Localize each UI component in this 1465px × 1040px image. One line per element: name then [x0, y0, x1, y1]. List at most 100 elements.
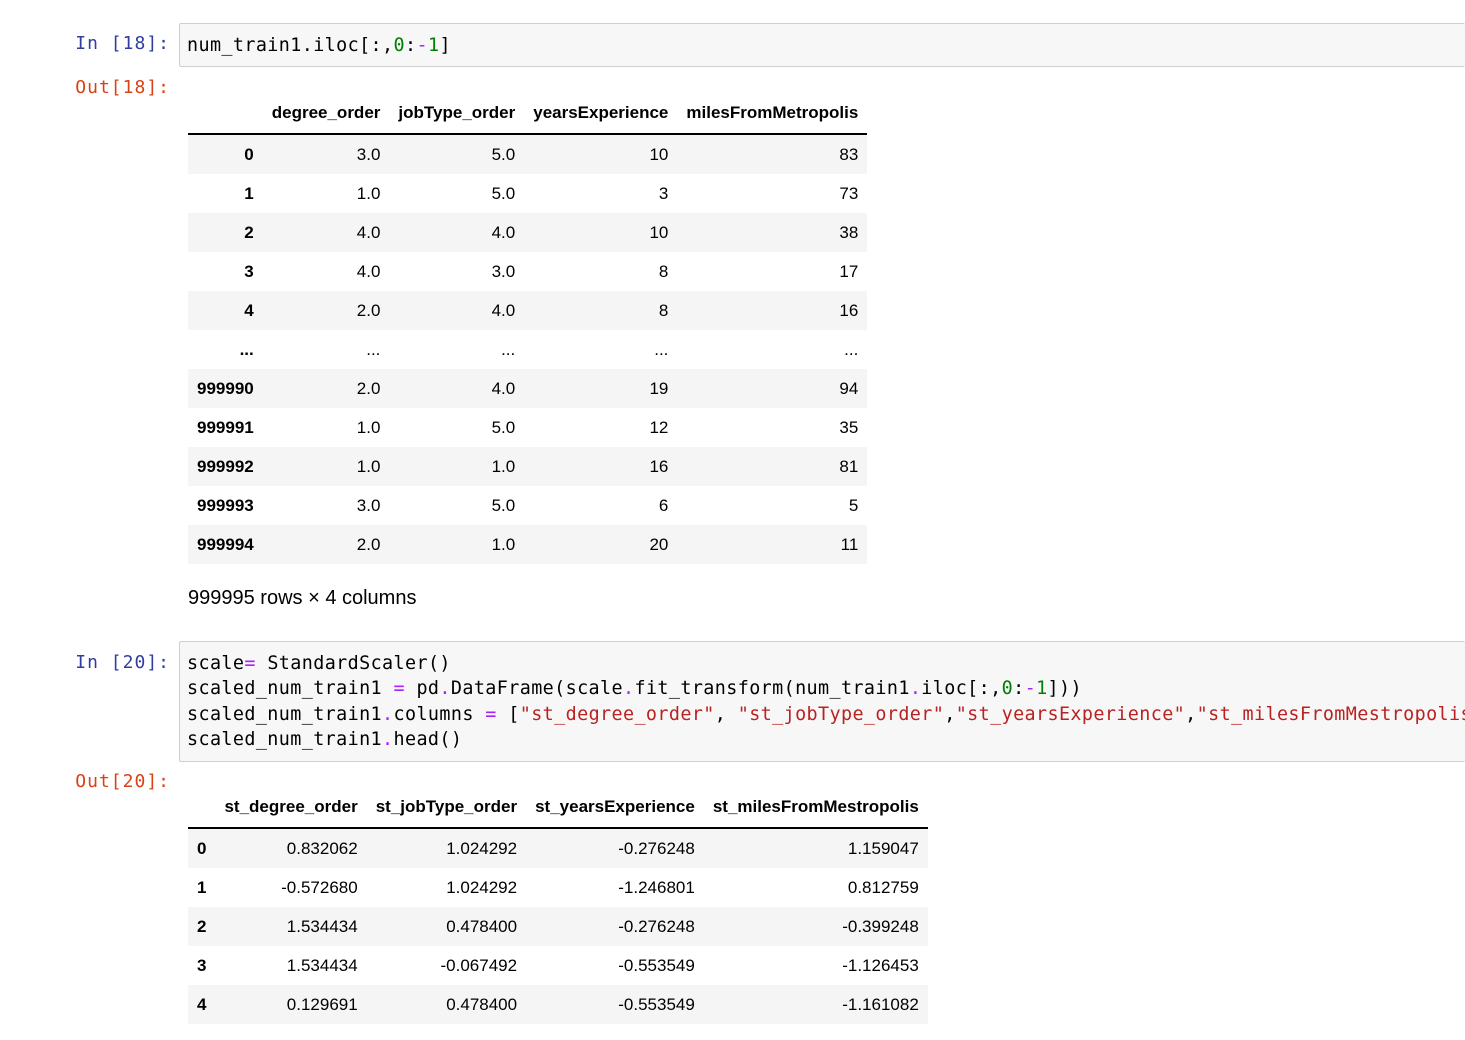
table-cell: 5.0: [491, 495, 516, 515]
table-cell: 10: [649, 144, 669, 164]
code-token: "st_jobType_order": [737, 703, 945, 725]
code-cell-20[interactable]: scale= StandardScaler() scaled_num_train…: [179, 641, 1465, 762]
code-token: =: [393, 678, 405, 700]
row-index: 4: [197, 994, 207, 1014]
column-header: st_jobType_order: [366, 787, 527, 829]
code-token: ])): [1047, 678, 1082, 700]
table-cell: ...: [501, 339, 516, 359]
table-cell: 1.534434: [286, 955, 358, 975]
row-index: 999994: [197, 534, 254, 554]
table-cell: -0.572680: [281, 877, 358, 897]
table-cell: 5.0: [491, 144, 516, 164]
table-cell: 4.0: [491, 300, 516, 320]
code-token: ,: [944, 703, 956, 725]
code-token: .: [909, 678, 922, 700]
table-cell: 16: [839, 300, 859, 320]
table-cell: 3.0: [356, 144, 381, 164]
table-cell: 3.0: [356, 495, 381, 515]
code-token: num_train1.iloc[:,: [187, 35, 394, 56]
output-prompt-18: Out[18]:: [75, 77, 170, 98]
dataframe-shape-footnote: 999995 rows × 4 columns: [188, 587, 417, 609]
code-token: :: [404, 35, 417, 56]
dataframe-output-18: degree_order jobType_order yearsExperience…: [188, 93, 868, 564]
table-cell: -1.246801: [618, 877, 695, 897]
code-cell-18[interactable]: num_train1.iloc[:,0:-1]: [179, 23, 1465, 67]
table-cell: ...: [654, 339, 669, 359]
table-cell: 35: [839, 417, 859, 437]
table-row: 999992 1.0 1.0 16 81: [188, 447, 868, 486]
column-header: st_degree_order: [215, 787, 367, 829]
code-token: =: [485, 703, 497, 725]
output-prompt-20: Out[20]:: [75, 771, 170, 792]
code-line: scaled_num_train1.head(): [187, 727, 1465, 752]
code-token: -: [1024, 678, 1037, 700]
code-token: ,: [1185, 703, 1197, 725]
column-header: st_milesFromMestropolis: [703, 787, 928, 829]
code-token: "st_degree_order": [519, 703, 715, 725]
table-row: 3 4.0 3.0 8 17: [188, 252, 868, 291]
table-cell: -1.161082: [842, 994, 919, 1014]
table-row: 999994 2.0 1.0 20 11: [188, 525, 868, 564]
table-cell: 4.0: [491, 222, 516, 242]
code-token: =: [244, 653, 256, 674]
table-row: 4 2.0 4.0 8 16: [188, 291, 868, 330]
table-cell: 2.0: [356, 378, 381, 398]
code-token: scaled_num_train1: [187, 729, 383, 751]
table-row: 0 3.0 5.0 10 83: [188, 134, 868, 174]
code-token: scaled_num_train1: [187, 678, 394, 700]
code-token: .: [622, 678, 635, 700]
table-cell: -0.276248: [618, 916, 695, 936]
code-token: scale: [187, 653, 245, 674]
row-index: 3: [197, 955, 207, 975]
table-cell: 1.159047: [847, 838, 919, 858]
table-cell: 1.534434: [286, 916, 358, 936]
code-token: scaled_num_train1: [187, 703, 383, 725]
column-header: jobType_order: [389, 93, 525, 135]
table-cell: 5.0: [491, 183, 516, 203]
table-cell: 11: [840, 534, 859, 554]
code-token: ]: [439, 35, 451, 56]
code-token: -: [416, 35, 428, 56]
code-token: columns: [393, 703, 486, 725]
code-token: 1: [427, 35, 440, 56]
table-cell: 19: [649, 378, 669, 398]
row-index: 1: [244, 183, 254, 203]
code-line: scaled_num_train1.columns = ["st_degree_…: [187, 702, 1465, 727]
row-index: 4: [244, 300, 254, 320]
table-row: 1 -0.572680 1.024292 -1.246801 0.812759: [188, 868, 928, 907]
code-token: 0: [393, 35, 405, 56]
row-index: 0: [197, 838, 207, 858]
table-cell: -1.126453: [842, 955, 919, 975]
table-cell: ...: [366, 339, 381, 359]
column-header: degree_order: [262, 93, 390, 135]
table-cell: 8: [658, 300, 669, 320]
table-cell: -0.067492: [440, 955, 518, 975]
table-cell: 0.832062: [286, 838, 358, 858]
column-header: st_yearsExperience: [526, 787, 704, 829]
table-row: 4 0.129691 0.478400 -0.553549 -1.161082: [188, 985, 928, 1024]
table-cell: ...: [844, 339, 859, 359]
code-token: :: [1013, 678, 1025, 700]
table-cell: 1.024292: [446, 877, 518, 897]
table-cell: 6: [658, 495, 669, 515]
table-cell: 2.0: [356, 534, 381, 554]
dataframe-output-20: st_degree_order st_jobType_order st_yearsE…: [188, 787, 928, 1024]
code-token: .: [382, 703, 394, 725]
table-cell: 3.0: [491, 261, 516, 281]
table-cell: 1.0: [491, 534, 516, 554]
code-token: ,: [714, 703, 738, 725]
table-cell: 10: [649, 222, 669, 242]
table-cell: 4.0: [356, 222, 381, 242]
table-cell: 1.0: [356, 456, 381, 476]
row-index: 3: [244, 261, 254, 281]
row-index: 0: [244, 144, 254, 164]
table-cell: -0.399248: [842, 916, 919, 936]
table-row: 2 1.534434 0.478400 -0.276248 -0.399248: [188, 907, 928, 946]
table-cell: 73: [839, 183, 859, 203]
input-prompt-20: In [20]:: [75, 652, 170, 673]
table-cell: 20: [649, 534, 669, 554]
table-cell: 38: [839, 222, 859, 242]
row-index: 999992: [197, 456, 254, 476]
table-cell: 8: [658, 261, 669, 281]
table-cell: 0.478400: [446, 994, 518, 1014]
